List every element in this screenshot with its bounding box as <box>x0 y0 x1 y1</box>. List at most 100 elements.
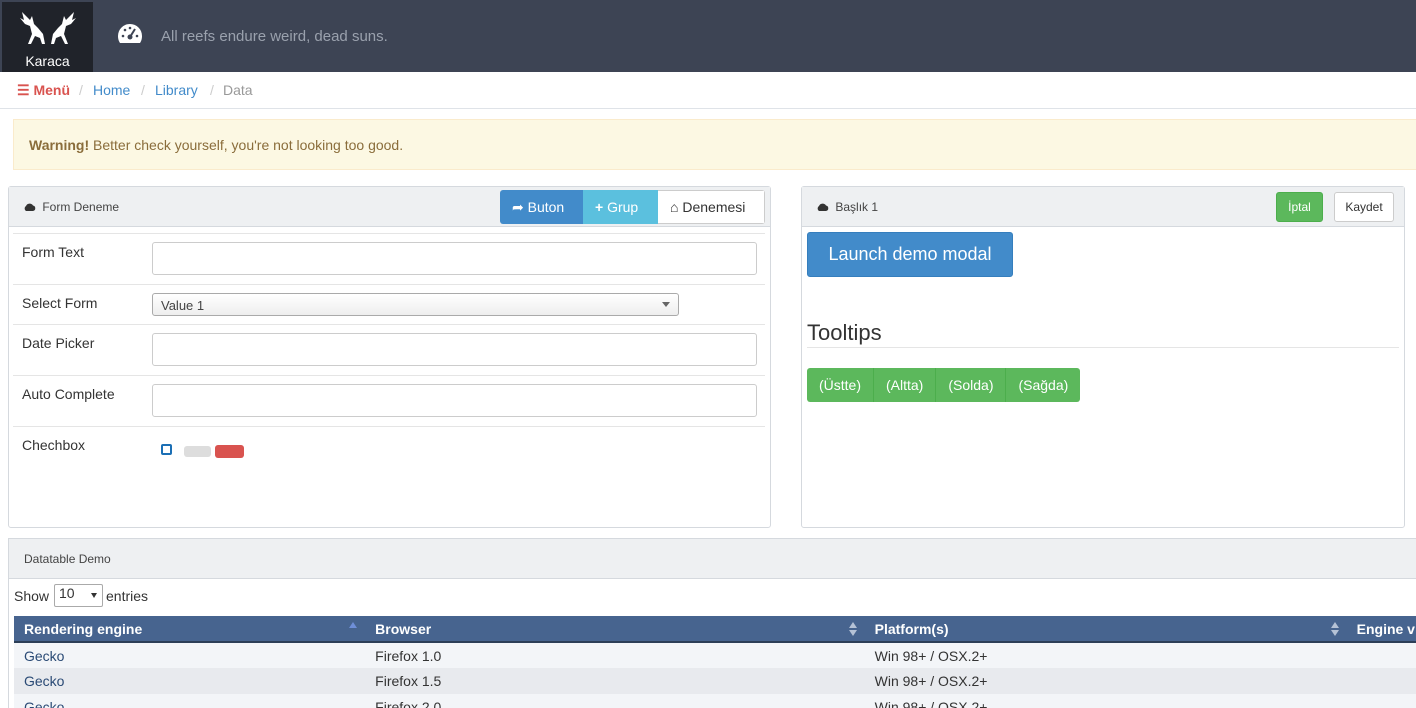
hamburger-icon: ☰ <box>17 82 30 98</box>
tooltip-button-group: (Üstte) (Altta) (Solda) (Sağda) <box>807 368 1081 402</box>
breadcrumb-separator: / <box>141 82 145 98</box>
datatable-title: Datatable Demo <box>24 552 111 566</box>
column-header-label: Browser <box>375 620 432 637</box>
auto-complete-row: Auto Complete <box>13 375 765 426</box>
dropdown-arrow-icon <box>662 302 670 307</box>
table-row[interactable]: Gecko Firefox 2.0 Win 98+ / OSX.2+ <box>14 694 1416 708</box>
table-cell <box>1346 642 1416 668</box>
tooltips-divider <box>807 347 1399 348</box>
entries-label: entries <box>106 588 149 604</box>
auto-complete-input[interactable] <box>152 384 757 417</box>
show-label: Show <box>14 588 50 604</box>
table-cell: Gecko <box>14 668 366 694</box>
table-row[interactable]: Gecko Firefox 1.0 Win 98+ / OSX.2+ <box>14 642 1416 668</box>
iptal-button[interactable]: İptal <box>1276 192 1323 222</box>
datatable-panel: Datatable Demo Show 10 entries Rendering… <box>8 538 1416 708</box>
table-row[interactable]: Gecko Firefox 1.5 Win 98+ / OSX.2+ <box>14 668 1416 694</box>
select-form-row: Select Form Value 1 <box>13 284 765 324</box>
tooltip-top-button[interactable]: (Üstte) <box>807 368 874 402</box>
top-navbar: Karaca All reefs endure weird, dead suns… <box>0 0 1416 72</box>
sort-icon <box>848 622 857 636</box>
tooltip-right-button[interactable]: (Sağda) <box>1006 368 1081 402</box>
form-panel-header: Form Deneme ➦ Buton + Grup ⌂ Denemesi <box>9 187 770 227</box>
breadcrumb-separator: / <box>210 82 214 98</box>
table-header-row: Rendering engine Browser Platform(s) Eng… <box>14 616 1416 643</box>
breadcrumb-library-link[interactable]: Library <box>155 82 198 98</box>
form-panel-title: Form Deneme <box>23 200 119 214</box>
right-panel: Başlık 1 İptal Kaydet Launch demo modal … <box>801 186 1405 528</box>
page-length-select[interactable]: 10 <box>54 584 103 607</box>
form-text-label: Form Text <box>22 244 84 260</box>
column-header[interactable]: Browser <box>365 616 865 643</box>
tooltip-left-button[interactable]: (Solda) <box>936 368 1007 402</box>
date-picker-row: Date Picker <box>13 324 765 375</box>
buton-label: Buton <box>527 199 565 215</box>
datatable-panel-header: Datatable Demo <box>9 539 1416 579</box>
date-picker-input[interactable] <box>152 333 757 366</box>
table-cell: Firefox 1.5 <box>365 668 865 694</box>
menu-label: Menü <box>33 82 71 98</box>
denemesi-button[interactable]: ⌂ Denemesi <box>658 190 765 224</box>
column-header[interactable]: Rendering engine <box>14 616 366 643</box>
table-cell: Firefox 1.0 <box>365 642 865 668</box>
home-icon: ⌂ <box>670 199 679 215</box>
right-panel-header: Başlık 1 İptal Kaydet <box>802 187 1404 227</box>
column-header[interactable]: Platform(s) <box>864 616 1347 643</box>
cloud-icon <box>817 203 829 211</box>
dashboard-icon[interactable] <box>116 22 144 46</box>
select-form-label: Select Form <box>22 295 98 311</box>
date-picker-label: Date Picker <box>22 335 95 351</box>
checkbox-row: Chechbox <box>13 426 765 486</box>
logo-text: Karaca <box>25 53 70 69</box>
form-panel: Form Deneme ➦ Buton + Grup ⌂ Denemesi Fo… <box>8 186 771 528</box>
logo[interactable]: Karaca <box>2 2 93 72</box>
page-length-value: 10 <box>59 585 75 601</box>
sort-icon <box>1330 622 1339 636</box>
column-header-label: Rendering engine <box>24 620 143 637</box>
launch-demo-modal-button[interactable]: Launch demo modal <box>807 232 1013 277</box>
breadcrumb-home-link[interactable]: Home <box>93 82 130 98</box>
right-panel-title-text: Başlık 1 <box>835 200 879 214</box>
denemesi-label: Denemesi <box>682 199 746 215</box>
select-form-value: Value 1 <box>161 298 205 313</box>
data-table: Rendering engine Browser Platform(s) Eng… <box>14 616 1416 708</box>
plus-icon: + <box>595 199 604 215</box>
checkbox[interactable] <box>161 444 172 455</box>
alert-text: Better check yourself, you're not lookin… <box>93 137 404 153</box>
tagline: All reefs endure weird, dead suns. <box>161 28 388 45</box>
grup-button[interactable]: + Grup <box>583 190 658 224</box>
form-panel-title-text: Form Deneme <box>42 200 120 214</box>
tooltips-heading: Tooltips <box>807 320 882 345</box>
table-cell: Gecko <box>14 694 366 708</box>
breadcrumb-separator: / <box>79 82 83 98</box>
deer-logo-icon <box>20 12 76 44</box>
alert-strong: Warning! <box>29 137 90 153</box>
form-text-input[interactable] <box>152 242 757 275</box>
table-cell <box>1346 668 1416 694</box>
table-cell: Win 98+ / OSX.2+ <box>864 642 1347 668</box>
checkbox-label: Chechbox <box>22 437 86 453</box>
toggle-off[interactable] <box>184 446 211 457</box>
buton-button[interactable]: ➦ Buton <box>500 190 583 224</box>
kaydet-button[interactable]: Kaydet <box>1334 192 1394 222</box>
share-icon: ➦ <box>512 199 524 215</box>
select-form-dropdown[interactable]: Value 1 <box>152 293 679 316</box>
warning-alert: Warning! Better check yourself, you're n… <box>13 119 1416 170</box>
sort-ascending-icon <box>349 622 358 636</box>
tooltip-bottom-button[interactable]: (Altta) <box>874 368 937 402</box>
grup-label: Grup <box>607 199 639 215</box>
column-header-label: Platform(s) <box>874 620 949 637</box>
breadcrumb-current: Data <box>223 82 253 98</box>
cloud-icon <box>24 203 36 211</box>
button-group: ➦ Buton + Grup ⌂ Denemesi <box>500 190 765 224</box>
table-cell: Gecko <box>14 642 366 668</box>
auto-complete-label: Auto Complete <box>22 386 115 402</box>
dropdown-arrow-icon <box>91 593 97 598</box>
table-cell: Win 98+ / OSX.2+ <box>864 668 1347 694</box>
table-cell: Win 98+ / OSX.2+ <box>864 694 1347 708</box>
toggle-on[interactable] <box>215 445 244 458</box>
menu-toggle-button[interactable]: ☰ Menü <box>17 82 70 99</box>
column-header[interactable]: Engine v <box>1346 616 1416 643</box>
table-cell: Firefox 2.0 <box>365 694 865 708</box>
form-text-row: Form Text <box>13 233 765 284</box>
